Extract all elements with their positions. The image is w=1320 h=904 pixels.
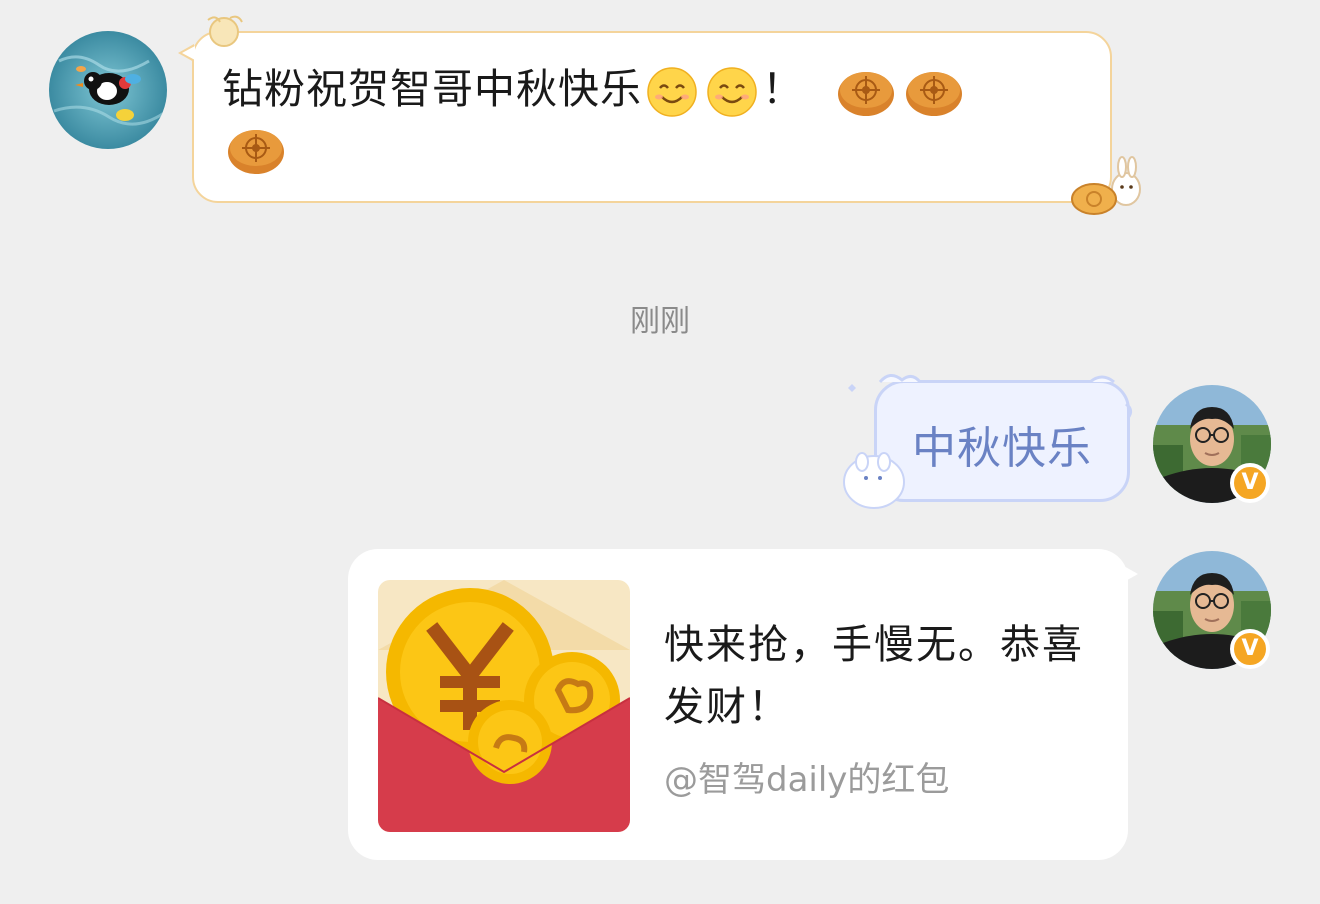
incoming-message-content: 钻粉祝贺智哥中秋快乐	[222, 65, 642, 113]
verified-badge-icon: V	[1230, 629, 1270, 669]
red-packet-bubble-tail	[1122, 565, 1138, 583]
verified-badge-icon: V	[1230, 463, 1270, 503]
red-packet-sender: @智驾daily的红包	[664, 760, 950, 800]
red-envelope-icon[interactable]	[378, 580, 630, 832]
mooncake-emoji-icon	[906, 72, 963, 116]
sender-avatar[interactable]	[49, 31, 167, 149]
exclamation-text: ！	[762, 65, 804, 113]
red-packet-title: 快来抢，手慢无。恭喜发财！	[664, 622, 1084, 730]
rabbit-mooncake-decoration-icon	[1071, 156, 1141, 215]
incoming-message-text: 钻粉祝贺智哥中秋快乐 ！	[222, 60, 1082, 176]
incoming-bubble-tail-fill	[182, 46, 195, 60]
mooncake-emoji-icon	[228, 130, 284, 174]
chat-view: 钻粉祝贺智哥中秋快乐 ！ 刚刚 中秋快乐 V 快来抢，手慢无。恭喜发财！ @智驾d…	[0, 0, 1320, 904]
message-timestamp: 刚刚	[630, 304, 690, 339]
mooncake-emoji-icon	[838, 72, 895, 116]
smile-emoji-icon	[647, 67, 697, 117]
moon-rabbit-decoration-icon	[207, 15, 243, 47]
smile-emoji-icon	[707, 67, 757, 117]
outgoing-message-text: 中秋快乐	[912, 423, 1092, 474]
